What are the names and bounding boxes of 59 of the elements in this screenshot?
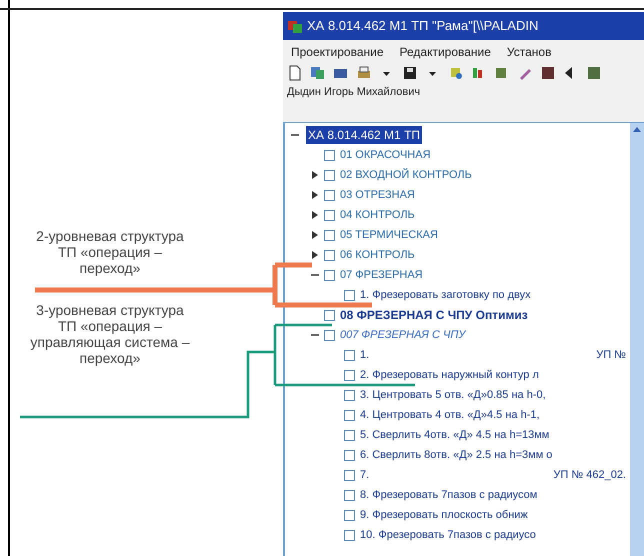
checkbox[interactable]	[324, 310, 335, 320]
tree-item[interactable]: 7.	[360, 466, 370, 484]
expand-icon[interactable]	[310, 250, 320, 260]
expand-icon[interactable]	[310, 170, 320, 180]
tree-item[interactable]: 4. Центровать 4 отв. «Д»4.5 на h-1,	[360, 406, 540, 424]
checkbox[interactable]	[344, 430, 355, 440]
printer-icon[interactable]	[356, 65, 372, 81]
checkbox[interactable]	[324, 330, 335, 340]
annotation-text: 2-уровневая структура ТП «операция – переход»	[35, 228, 185, 276]
tree-item[interactable]: 007 ФРЕЗЕРНАЯ С ЧПУ	[340, 326, 466, 344]
program-number: УП № 462_02.	[553, 468, 626, 483]
checkbox[interactable]	[324, 270, 335, 280]
menu-item[interactable]: Редактирование	[400, 42, 491, 60]
tree-item[interactable]: 1.	[360, 346, 370, 364]
menu-item[interactable]: Установ	[506, 42, 552, 60]
checkbox[interactable]	[344, 450, 355, 460]
documents-icon[interactable]	[310, 65, 326, 81]
tree-item[interactable]: 07 ФРЕЗЕРНАЯ	[340, 266, 423, 284]
checkbox[interactable]	[324, 230, 335, 240]
checkbox[interactable]	[344, 470, 355, 480]
tree-item[interactable]: 8. Фрезеровать 7пазов с радиусом	[360, 486, 538, 504]
expand-icon[interactable]	[310, 190, 320, 200]
menu-item[interactable]: Проектирование	[291, 42, 384, 60]
checkbox[interactable]	[324, 190, 335, 200]
window-title: ХА 8.014.462 М1 ТП "Рама"[\\PALADIN	[307, 17, 538, 36]
user-name: Дыдин Игорь Михайлович	[286, 85, 422, 100]
checkbox[interactable]	[344, 390, 355, 400]
app-icon	[287, 18, 303, 34]
tree-item[interactable]: 01 ОКРАСОЧНАЯ	[340, 146, 431, 164]
tree-item[interactable]: 1. Фрезеровать заготовку по двух	[360, 286, 531, 304]
program-number: УП №	[596, 348, 626, 363]
document-icon[interactable]	[287, 65, 303, 81]
tree-item[interactable]: 06 КОНТРОЛЬ	[340, 246, 415, 264]
tree-item[interactable]: 5. Сверлить 4отв. «Д» 4.5 на h=13мм	[360, 426, 550, 444]
checkbox[interactable]	[324, 210, 335, 220]
checkbox[interactable]	[324, 150, 335, 160]
checkbox[interactable]	[344, 490, 355, 500]
tree-item[interactable]: ХА 8.014.462 М1 ТП	[306, 126, 422, 144]
expand-icon[interactable]	[310, 230, 320, 240]
tree-item[interactable]: 08 ФРЕЗЕРНАЯ С ЧПУ Оптимиз	[340, 306, 528, 324]
checkbox[interactable]	[344, 370, 355, 380]
checkbox[interactable]	[344, 350, 355, 360]
tree-item[interactable]: 10. Фрезеровать 7пазов с радиусо	[360, 526, 536, 544]
checkbox[interactable]	[344, 290, 355, 300]
tree-item[interactable]: 3. Центровать 5 отв. «Д»0.85 на h-0,	[360, 386, 546, 404]
tree-item[interactable]: 04 КОНТРОЛЬ	[340, 206, 415, 224]
expand-icon[interactable]	[310, 210, 320, 220]
checkbox[interactable]	[344, 530, 355, 540]
tree-item[interactable]: 03 ОТРЕЗНАЯ	[340, 186, 415, 204]
checkbox[interactable]	[324, 170, 335, 180]
tree-item[interactable]: 6. Сверлить 8отв. «Д» 2.5 на h=3мм о	[360, 446, 552, 464]
annotation-text: 3-уровневая структура ТП «операция – управляющая система – переход»	[29, 302, 191, 366]
checkbox[interactable]	[344, 410, 355, 420]
tree-item[interactable]: 9. Фрезеровать плоскость обниж	[360, 506, 528, 524]
tree-item[interactable]: 2. Фрезеровать наружный контур л	[360, 366, 539, 384]
tree-item[interactable]: 05 ТЕРМИЧЕСКАЯ	[340, 226, 438, 244]
checkbox[interactable]	[344, 510, 355, 520]
tree-item[interactable]: 02 ВХОДНОЙ КОНТРОЛЬ	[340, 166, 472, 184]
checkbox[interactable]	[324, 250, 335, 260]
